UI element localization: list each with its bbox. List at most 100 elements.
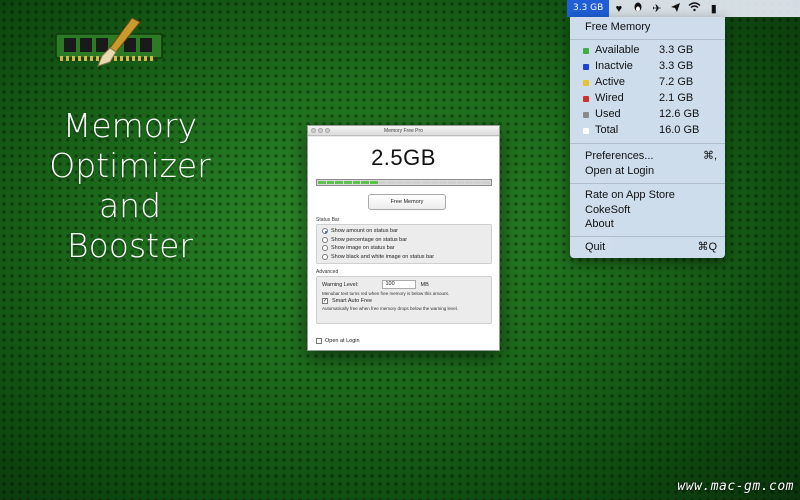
status-option-label: Show black and white image on status bar	[331, 253, 435, 260]
memory-stat-row: Inactvie 3.3 GB	[583, 59, 709, 74]
tagline-line: Booster	[67, 226, 193, 265]
stat-value: 3.3 GB	[659, 44, 694, 56]
warning-note: Menubar text turns red when free memory …	[322, 291, 450, 296]
ram-brush-app-icon	[55, 17, 163, 67]
stat-color-swatch	[583, 127, 589, 134]
menu-label: Quit	[585, 241, 606, 253]
memory-stat-row: Wired 2.1 GB	[583, 91, 709, 106]
menu-preferences[interactable]: Preferences... ⌘,	[585, 149, 717, 164]
close-window-button[interactable]	[311, 128, 316, 133]
memory-menu-dropdown: Free Memory Available 3.3 GB Inactvie 3.3 G…	[570, 17, 725, 258]
meter-segment	[421, 181, 430, 184]
memory-status-item[interactable]: 3.3 GB	[567, 0, 610, 17]
meter-segment	[395, 181, 404, 184]
memory-stat-row: Total 16.0 GB	[583, 123, 709, 138]
memory-stat-row: Used 12.6 GB	[583, 107, 709, 122]
stat-color-swatch	[583, 111, 589, 118]
status-bar-group-label: Status Bar	[316, 217, 340, 223]
stat-name: Wired	[595, 92, 624, 104]
stat-value: 2.1 GB	[659, 92, 694, 104]
stat-value: 7.2 GB	[659, 76, 694, 88]
minimize-window-button[interactable]	[318, 128, 323, 133]
stat-color-swatch	[583, 79, 589, 86]
menu-separator	[570, 183, 725, 184]
memory-stat-row: Active 7.2 GB	[583, 75, 709, 90]
memory-stat-row: Available 3.3 GB	[583, 43, 709, 58]
warning-level-input[interactable]: 100	[382, 280, 417, 289]
meter-segment	[404, 181, 413, 184]
menu-label: Open at Login	[585, 165, 655, 177]
meter-segment	[326, 181, 335, 184]
menu-label: Rate on App Store	[585, 189, 675, 201]
stat-name: Total	[595, 124, 619, 136]
menu-shortcut: ⌘Q	[697, 241, 717, 253]
memory-free-pro-window: Memory Free Pro 2.5GB Free Memory Status…	[307, 125, 500, 351]
radio-button[interactable]	[322, 236, 328, 243]
menu-cokesoft[interactable]: CokeSoft	[585, 203, 717, 218]
status-bar-group: Show amount on status bar Show percentag…	[316, 224, 492, 264]
tagline-line: Optimizer	[49, 146, 211, 185]
meter-segment	[413, 181, 421, 184]
zoom-window-button[interactable]	[325, 128, 330, 133]
meter-segment	[430, 181, 439, 184]
menu-shortcut: ⌘,	[702, 150, 717, 162]
memory-usage-meter	[316, 179, 492, 186]
stat-value: 12.6 GB	[659, 108, 700, 120]
menu-open-at-login[interactable]: Open at Login	[585, 164, 717, 179]
menu-rate-app-store[interactable]: Rate on App Store	[585, 188, 717, 203]
qq-penguin-icon[interactable]	[628, 2, 647, 16]
heart-icon[interactable]: ♥	[609, 3, 628, 15]
smart-auto-free-checkbox[interactable]: ✓	[322, 298, 328, 304]
radio-button[interactable]	[322, 245, 328, 252]
stat-color-swatch	[583, 95, 589, 102]
stat-name: Available	[595, 44, 640, 56]
menu-free-memory[interactable]: Free Memory	[585, 20, 717, 35]
tagline-line: Memory	[62, 106, 198, 145]
status-option-label: Show percentage on status bar	[331, 236, 408, 243]
menu-separator	[570, 236, 725, 237]
meter-segment	[439, 181, 447, 184]
menu-separator	[570, 39, 725, 40]
radio-button[interactable]	[322, 253, 328, 260]
open-at-login-checkbox[interactable]	[316, 338, 322, 344]
menubar: 3.3 GB ♥ ✈ ▮	[567, 0, 800, 17]
menu-about[interactable]: About	[585, 217, 717, 232]
stat-name: Inactvie	[595, 60, 633, 72]
send-icon[interactable]	[666, 2, 685, 16]
meter-segment	[387, 181, 395, 184]
stat-value: 3.3 GB	[659, 60, 694, 72]
meter-segment	[465, 181, 473, 184]
meter-segment	[343, 181, 352, 184]
airplane-icon[interactable]: ✈	[647, 2, 666, 15]
menu-quit[interactable]: Quit ⌘Q	[585, 240, 717, 255]
meter-segment	[378, 181, 387, 184]
radio-button-selected[interactable]	[322, 228, 328, 235]
meter-segment	[361, 181, 369, 184]
status-option-label: Show image on status bar	[331, 245, 395, 252]
menu-label: CokeSoft	[585, 204, 631, 216]
menu-label: Preferences...	[585, 150, 654, 162]
stat-value: 16.0 GB	[659, 124, 700, 136]
status-option-percentage[interactable]: Show percentage on status bar	[317, 236, 491, 245]
stat-name: Active	[595, 76, 625, 88]
status-option-amount[interactable]: Show amount on status bar	[317, 227, 491, 236]
menu-label: Free Memory	[585, 21, 651, 33]
window-titlebar[interactable]: Memory Free Pro	[308, 126, 499, 136]
tagline: Memory Optimizer and Booster	[40, 106, 220, 266]
meter-segment	[352, 181, 361, 184]
free-memory-amount: 2.5GB	[371, 145, 436, 170]
open-at-login-label: Open at Login	[325, 338, 360, 344]
meter-segment	[369, 181, 378, 184]
menu-separator	[570, 143, 725, 144]
status-option-image[interactable]: Show image on status bar	[317, 244, 491, 253]
smart-auto-free-label: Smart Auto Free	[332, 298, 373, 304]
wifi-icon[interactable]	[685, 2, 704, 15]
open-at-login-option[interactable]: Open at Login	[316, 338, 360, 344]
meter-segment	[447, 181, 456, 184]
meter-segment	[318, 181, 326, 184]
free-memory-button[interactable]: Free Memory	[368, 194, 446, 210]
meter-segment	[456, 181, 465, 184]
status-option-bw-image[interactable]: Show black and white image on status bar	[317, 253, 491, 262]
menubar-overflow-icon[interactable]: ▮	[704, 2, 723, 15]
tagline-line: and	[98, 186, 162, 225]
